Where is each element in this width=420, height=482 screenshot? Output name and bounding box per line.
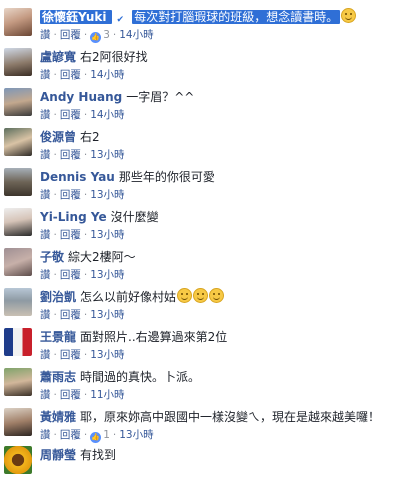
like-link[interactable]: 讚: [40, 429, 51, 441]
reply-link[interactable]: 回覆: [60, 349, 81, 361]
avatar[interactable]: [4, 328, 32, 356]
comment-author[interactable]: Andy Huang: [40, 90, 122, 104]
avatar[interactable]: [4, 248, 32, 276]
like-link[interactable]: 讚: [40, 229, 51, 241]
timestamp[interactable]: 14小時: [90, 109, 124, 121]
comment-item: 蕭雨志 時間過的真快。卜派。 讚 · 回覆 · 11小時: [0, 364, 420, 404]
avatar[interactable]: [4, 408, 32, 436]
timestamp[interactable]: 13小時: [119, 429, 153, 441]
timestamp[interactable]: 14小時: [90, 69, 124, 81]
like-link[interactable]: 讚: [40, 269, 51, 281]
comment-text: 面對照片..右邊算過來第2位: [80, 330, 228, 344]
comment-item: 周靜瑩 有找到: [0, 442, 420, 482]
avatar[interactable]: [4, 8, 32, 36]
reply-link[interactable]: 回覆: [60, 69, 81, 81]
comment-item: 黃婧雅 耶，原來妳高中跟國中一樣沒變ㄟ，現在是越來越美囉！ 讚 · 回覆 · 👍 1 · 13小…: [0, 404, 420, 444]
timestamp[interactable]: 13小時: [90, 189, 124, 201]
comment-author[interactable]: 黃婧雅: [40, 410, 76, 424]
avatar[interactable]: [4, 48, 32, 76]
comment-author[interactable]: 蕭雨志: [40, 370, 76, 384]
verified-badge-icon: ✔: [114, 14, 127, 26]
avatar[interactable]: [4, 168, 32, 196]
reply-link[interactable]: 回覆: [60, 29, 81, 41]
comment-item: Dennis Yau 那些年的你很可愛 讚 · 回覆 · 13小時: [0, 164, 420, 204]
avatar[interactable]: [4, 446, 32, 474]
timestamp[interactable]: 13小時: [90, 149, 124, 161]
timestamp[interactable]: 13小時: [90, 269, 124, 281]
comment-text: 耶，原來妳高中跟國中一樣沒變ㄟ，現在是越來越美囉！: [80, 410, 381, 424]
comment-text: 沒什麼變: [110, 210, 159, 224]
reply-link[interactable]: 回覆: [60, 149, 81, 161]
comment-author[interactable]: 徐懷鈺Yuki: [42, 10, 106, 24]
comment-text: 時間過的真快。卜派。: [80, 370, 201, 384]
comment-text: 有找到: [80, 448, 117, 462]
reply-link[interactable]: 回覆: [60, 389, 81, 401]
timestamp[interactable]: 13小時: [90, 309, 124, 321]
avatar[interactable]: [4, 88, 32, 116]
like-link[interactable]: 讚: [40, 309, 51, 321]
like-count[interactable]: 1: [103, 429, 110, 441]
comment-author[interactable]: 劉治凱: [40, 290, 76, 304]
reply-link[interactable]: 回覆: [60, 309, 81, 321]
like-link[interactable]: 讚: [40, 389, 51, 401]
comment-text: 每次對打腦瑕球的班級，想念讀書時。: [132, 10, 341, 24]
thumbs-up-icon: 👍: [90, 32, 102, 43]
like-link[interactable]: 讚: [40, 109, 51, 121]
comment-text: 右2: [80, 130, 100, 144]
comment-text: 那些年的你很可愛: [118, 170, 215, 184]
like-link[interactable]: 讚: [40, 29, 51, 41]
avatar[interactable]: [4, 288, 32, 316]
comment-author[interactable]: 俊源曾: [40, 130, 76, 144]
comment-text: 右2阿很好找: [80, 50, 148, 64]
comment-author[interactable]: 周靜瑩: [40, 448, 76, 462]
comment-item: 俊源曾 右2 讚 · 回覆 · 13小時: [0, 124, 420, 164]
timestamp[interactable]: 11小時: [90, 389, 124, 401]
comment-author[interactable]: Dennis Yau: [40, 170, 115, 184]
grin-emoji-icon: [177, 288, 193, 303]
comment-item: 盧諺寬 右2阿很好找 讚 · 回覆 · 14小時: [0, 44, 420, 84]
comment-item: 子敬 綜大2樓阿〜 讚 · 回覆 · 13小時: [0, 244, 420, 284]
avatar[interactable]: [4, 368, 32, 396]
avatar[interactable]: [4, 208, 32, 236]
reply-link[interactable]: 回覆: [60, 429, 81, 441]
comment-item: Yi-Ling Ye 沒什麼變 讚 · 回覆 · 13小時: [0, 204, 420, 244]
timestamp[interactable]: 13小時: [90, 349, 124, 361]
like-link[interactable]: 讚: [40, 349, 51, 361]
comment-item: Andy Huang 一字眉？^^ 讚 · 回覆 · 14小時: [0, 84, 420, 124]
comment-text: 一字眉？^^: [126, 90, 195, 104]
selected-name-highlight: 徐懷鈺Yuki: [40, 10, 113, 24]
comment-text: 怎么以前好像村姑: [80, 290, 177, 304]
like-link[interactable]: 讚: [40, 69, 51, 81]
comment-author[interactable]: 子敬: [40, 250, 64, 264]
avatar[interactable]: [4, 128, 32, 156]
reply-link[interactable]: 回覆: [60, 229, 81, 241]
like-link[interactable]: 讚: [40, 189, 51, 201]
like-link[interactable]: 讚: [40, 149, 51, 161]
comment-item: 劉治凱 怎么以前好像村姑 讚 · 回覆 · 13小時: [0, 284, 420, 324]
timestamp[interactable]: 13小時: [90, 229, 124, 241]
comment-author[interactable]: Yi-Ling Ye: [40, 210, 107, 224]
grin-emoji-icon: [209, 288, 225, 303]
comment-item: 王景龍 面對照片..右邊算過來第2位 讚 · 回覆 · 13小時: [0, 324, 420, 364]
comment-text: 綜大2樓阿〜: [68, 250, 136, 264]
grin-emoji-icon: [193, 288, 209, 303]
comment-item: 徐懷鈺Yuki ✔ 每次對打腦瑕球的班級，想念讀書時。 讚 · 回覆 · 👍 3 · 14小時: [0, 4, 420, 44]
reply-link[interactable]: 回覆: [60, 269, 81, 281]
comment-author[interactable]: 盧諺寬: [40, 50, 76, 64]
reply-link[interactable]: 回覆: [60, 189, 81, 201]
like-count[interactable]: 3: [103, 29, 110, 41]
reply-link[interactable]: 回覆: [60, 109, 81, 121]
comment-author[interactable]: 王景龍: [40, 330, 76, 344]
timestamp[interactable]: 14小時: [119, 29, 153, 41]
smile-emoji-icon: [341, 8, 357, 23]
